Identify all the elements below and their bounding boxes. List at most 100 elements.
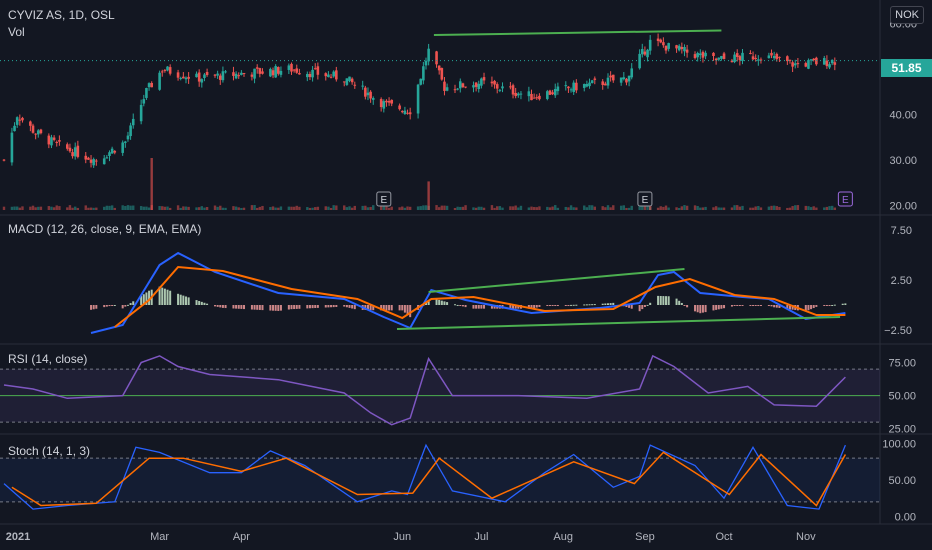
currency-badge[interactable]: NOK <box>890 6 924 24</box>
macd-histogram-bar <box>243 305 246 310</box>
macd-histogram-bar <box>551 305 554 306</box>
macd-histogram-bar <box>588 304 591 306</box>
chart-canvas[interactable]: 60.0050.0040.0030.0020.00EEE7.502.50−2.5… <box>0 0 932 550</box>
candle-body <box>443 81 446 91</box>
candle-body <box>685 49 689 53</box>
volume-bar <box>401 206 404 210</box>
candle-body <box>791 62 794 67</box>
candle-body <box>619 77 623 83</box>
candle-body <box>772 56 776 59</box>
macd-histogram-bar <box>815 305 818 307</box>
candle-body <box>585 83 589 87</box>
volume-bar <box>575 207 578 210</box>
candle-body <box>564 85 568 87</box>
macd-histogram-bar <box>717 305 720 310</box>
candle-body <box>546 91 549 99</box>
candle-body <box>738 56 742 61</box>
macd-histogram-bar <box>570 304 573 306</box>
candle-body <box>39 129 43 134</box>
price-tick: 30.00 <box>889 155 917 167</box>
macd-histogram-bar <box>187 297 190 305</box>
volume-bar <box>176 205 180 210</box>
volume-bar <box>311 207 314 210</box>
volume-bar <box>751 207 755 210</box>
candle-body <box>335 70 338 80</box>
volume-bar <box>39 206 43 210</box>
candle-body <box>527 91 531 97</box>
candle-body <box>66 144 69 149</box>
volume-bar <box>58 206 61 210</box>
candle-body <box>84 155 88 160</box>
stoch-tick: 50.00 <box>888 475 916 487</box>
macd-histogram-bar <box>773 305 776 308</box>
candle-body <box>76 145 80 157</box>
volume-bar <box>147 207 151 210</box>
candle-body <box>197 72 201 82</box>
macd-histogram-bar <box>833 304 836 306</box>
macd-histogram-bar <box>609 303 612 305</box>
macd-histogram-bar <box>538 305 541 307</box>
candle-body <box>366 92 370 96</box>
volume-bar <box>569 205 573 210</box>
candle-body <box>2 159 6 161</box>
volume-bar <box>71 207 74 210</box>
volume-bar <box>200 206 204 210</box>
macd-histogram-bar <box>657 295 660 305</box>
volume-bar <box>195 207 198 210</box>
macd-trendline-1 <box>396 316 841 330</box>
volume-bar <box>775 206 778 210</box>
candle-body <box>295 68 299 73</box>
macd-histogram-bar <box>353 305 356 310</box>
candle-body <box>696 52 699 58</box>
macd-histogram-bar <box>649 302 652 305</box>
volume-bar <box>292 206 296 210</box>
volume-bar <box>606 205 610 210</box>
macd-histogram-bar <box>752 305 755 306</box>
macd-histogram-bar <box>546 305 549 306</box>
macd-histogram-bar <box>111 305 114 306</box>
volume-bar <box>21 206 24 210</box>
earnings-marker-label: E <box>642 195 649 206</box>
x-tick-label: Aug <box>553 531 573 543</box>
x-tick-label: Jul <box>474 531 488 543</box>
candle-body <box>216 73 219 76</box>
volume-bar <box>667 207 670 210</box>
macd-histogram-bar <box>823 305 826 306</box>
macd-histogram-bar <box>696 305 699 313</box>
candle-body <box>453 89 457 91</box>
macd-histogram-bar <box>678 300 681 305</box>
macd-histogram-bar <box>472 305 475 309</box>
volume-bar <box>583 205 586 210</box>
volume-label: Vol <box>8 25 25 39</box>
macd-histogram-bar <box>733 305 736 306</box>
volume-bar <box>630 205 633 210</box>
candle-body <box>71 152 74 157</box>
candle-body <box>142 99 146 104</box>
candle-body <box>36 130 40 135</box>
candle-body <box>316 66 320 75</box>
candle-body <box>722 53 726 59</box>
volume-bar <box>788 207 792 210</box>
macd-histogram-bar <box>659 295 662 305</box>
x-tick-label: Mar <box>150 531 169 543</box>
stoch-label: Stoch (14, 1, 3) <box>8 444 91 458</box>
candle-body <box>139 104 143 122</box>
macd-histogram-bar <box>287 305 290 310</box>
volume-bar <box>298 206 301 210</box>
macd-histogram-bar <box>166 289 169 305</box>
macd-histogram-bar <box>261 305 264 311</box>
macd-histogram-bar <box>628 305 631 308</box>
macd-histogram-bar <box>221 305 224 308</box>
volume-bar <box>424 205 428 210</box>
macd-histogram-bar <box>351 305 354 309</box>
candle-body <box>232 72 235 76</box>
x-tick-label: Oct <box>715 531 732 543</box>
volume-bar <box>343 205 346 210</box>
volume-bar <box>52 207 56 210</box>
candle-body <box>501 86 504 89</box>
macd-histogram-bar <box>179 294 182 305</box>
macd-histogram-bar <box>593 304 596 306</box>
volume-bar <box>699 207 702 210</box>
macd-histogram-bar <box>564 305 567 306</box>
macd-histogram-bar <box>767 305 770 306</box>
